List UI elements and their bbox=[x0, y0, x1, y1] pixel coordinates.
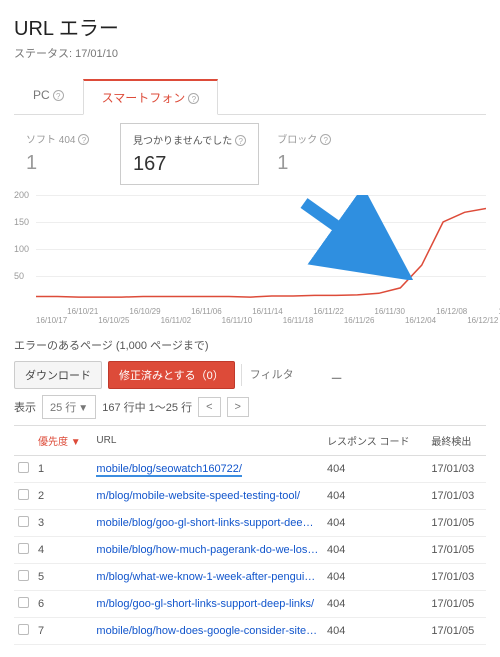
col-last-detected[interactable]: 最終検出 bbox=[427, 426, 486, 456]
next-page-button[interactable]: > bbox=[227, 397, 249, 417]
x-tick: 16/12/04 bbox=[405, 307, 436, 325]
rows-per-page[interactable]: 25 行▼ bbox=[42, 395, 96, 419]
row-checkbox[interactable] bbox=[18, 516, 29, 527]
y-tick: 200 bbox=[14, 190, 29, 200]
table-row[interactable]: 5m/blog/what-we-know-1-week-after-pengui… bbox=[14, 564, 486, 591]
sort-down-icon: ▼ bbox=[71, 437, 81, 448]
table-row[interactable]: 1mobile/blog/seowatch160722/40417/01/03 bbox=[14, 456, 486, 483]
device-tabs: PC? スマートフォン? bbox=[14, 79, 486, 115]
col-priority[interactable]: 優先度 ▼ bbox=[34, 426, 92, 456]
x-tick: 16/12/08 bbox=[436, 307, 467, 325]
row-checkbox[interactable] bbox=[18, 543, 29, 554]
x-tick: 16/11/26 bbox=[344, 307, 375, 325]
section-label: エラーのあるページ (1,000 ページまで) bbox=[14, 337, 486, 353]
tab-smartphone[interactable]: スマートフォン? bbox=[83, 79, 219, 115]
card-blocked[interactable]: ブロック? 1 bbox=[265, 123, 365, 185]
x-tick: 16/11/10 bbox=[222, 307, 253, 325]
y-tick: 50 bbox=[14, 271, 24, 281]
row-checkbox[interactable] bbox=[18, 597, 29, 608]
toolbar: ダウンロード 修正済みとする（0） ⚊ 表示 25 行▼ 167 行中 1～25… bbox=[14, 361, 486, 419]
col-response-code[interactable]: レスポンス コード bbox=[323, 426, 427, 456]
prev-page-button[interactable]: < bbox=[198, 397, 220, 417]
x-tick: 16/12/12 bbox=[467, 307, 498, 325]
table-row[interactable]: 7mobile/blog/how-does-google-consider-si… bbox=[14, 618, 486, 645]
row-checkbox[interactable] bbox=[18, 624, 29, 635]
filter-input[interactable] bbox=[241, 364, 321, 386]
row-checkbox[interactable] bbox=[18, 489, 29, 500]
pager: 表示 25 行▼ 167 行中 1～25 行 < > bbox=[14, 395, 249, 419]
x-tick: 16/10/29 bbox=[129, 307, 160, 325]
row-checkbox[interactable] bbox=[18, 570, 29, 581]
help-icon[interactable]: ? bbox=[235, 135, 246, 146]
x-tick: 16/11/18 bbox=[283, 307, 314, 325]
help-icon[interactable]: ? bbox=[188, 93, 199, 104]
table-row[interactable]: 6m/blog/goo-gl-short-links-support-deep-… bbox=[14, 591, 486, 618]
table-row[interactable]: 4mobile/blog/how-much-pagerank-do-we-los… bbox=[14, 537, 486, 564]
x-tick: 16/11/02 bbox=[161, 307, 192, 325]
card-not-found[interactable]: 見つかりませんでした? 167 bbox=[120, 123, 259, 185]
x-tick: 16/11/22 bbox=[313, 307, 344, 325]
status-line: ステータス: 17/01/10 bbox=[14, 45, 486, 61]
y-tick: 150 bbox=[14, 217, 29, 227]
help-icon[interactable]: ? bbox=[53, 90, 64, 101]
x-tick: 16/11/06 bbox=[191, 307, 222, 325]
error-type-cards: ソフト 404? 1 見つかりませんでした? 167 ブロック? 1 bbox=[14, 123, 486, 185]
x-tick: 16/11/30 bbox=[374, 307, 405, 325]
table-row[interactable]: 3mobile/blog/goo-gl-short-links-support-… bbox=[14, 510, 486, 537]
mark-fixed-button[interactable]: 修正済みとする（0） bbox=[108, 361, 235, 389]
x-tick: 16/10/17 bbox=[36, 307, 67, 325]
col-url[interactable]: URL bbox=[92, 426, 323, 456]
filter-icon[interactable]: ⚊ bbox=[327, 367, 347, 383]
error-table: 優先度 ▼ URL レスポンス コード 最終検出 1mobile/blog/se… bbox=[14, 425, 486, 645]
y-tick: 100 bbox=[14, 244, 29, 254]
card-soft-404[interactable]: ソフト 404? 1 bbox=[14, 123, 114, 185]
error-trend-chart: 50100150200 16/10/1716/10/21 16/10/2516/… bbox=[14, 195, 486, 325]
x-tick: 16/10/21 bbox=[67, 307, 98, 325]
download-button[interactable]: ダウンロード bbox=[14, 361, 102, 389]
help-icon[interactable]: ? bbox=[320, 134, 331, 145]
row-checkbox[interactable] bbox=[18, 462, 29, 473]
tab-pc[interactable]: PC? bbox=[14, 79, 83, 115]
help-icon[interactable]: ? bbox=[78, 134, 89, 145]
page-title: URL エラー bbox=[14, 12, 486, 41]
x-tick: 16/10/25 bbox=[98, 307, 129, 325]
x-tick: 16/11/14 bbox=[252, 307, 283, 325]
table-row[interactable]: 2m/blog/mobile-website-speed-testing-too… bbox=[14, 483, 486, 510]
